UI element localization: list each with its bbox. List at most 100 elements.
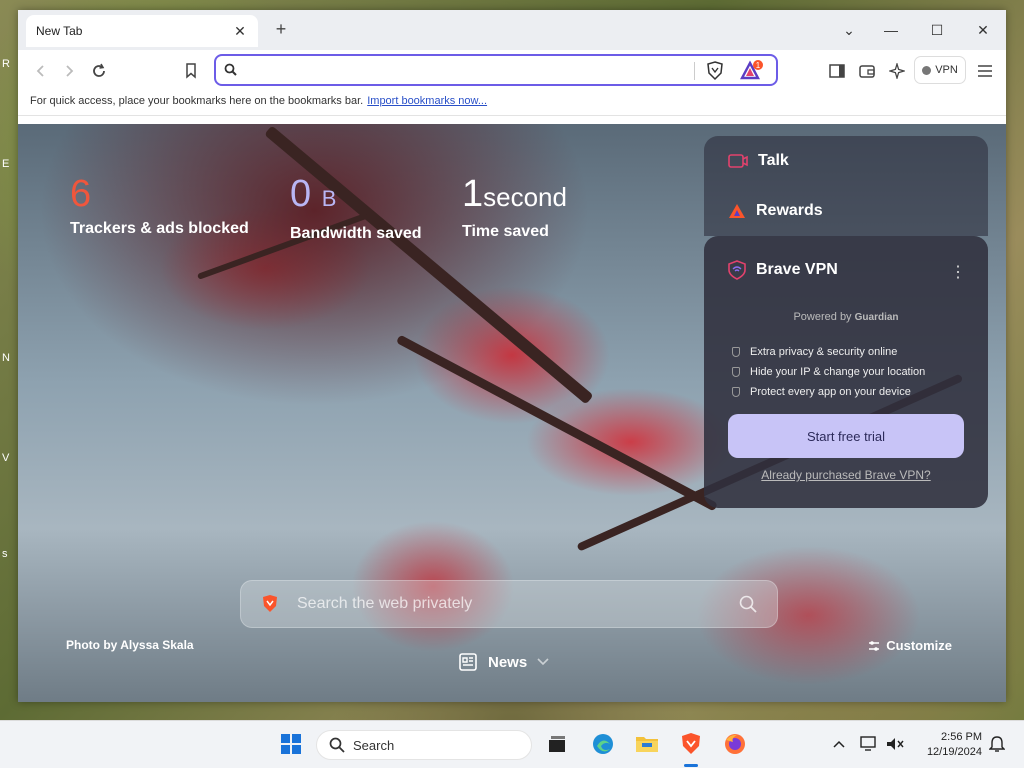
list-item: Protect every app on your device [732, 382, 925, 402]
wallet-button[interactable] [854, 58, 880, 84]
more-options-icon[interactable]: ⋮ [950, 262, 966, 282]
reload-button[interactable] [86, 58, 112, 84]
time-unit: second [483, 182, 567, 212]
search-icon[interactable] [739, 595, 757, 613]
browser-window: New Tab ✕ + ⌄ — ☐ ✕ 1 VPN For quick acce… [18, 10, 1006, 702]
vpn-button[interactable]: VPN [914, 56, 966, 84]
back-button[interactable] [28, 58, 54, 84]
background-branch [264, 125, 594, 405]
rewards-badge: 1 [756, 61, 761, 70]
close-window-button[interactable]: ✕ [960, 10, 1006, 50]
vpn-status-icon [922, 65, 932, 75]
rewards-icon [729, 204, 745, 218]
wallet-icon [859, 65, 875, 78]
list-item: Hide your IP & change your location [732, 362, 925, 382]
background-branch [395, 334, 718, 512]
brave-rewards-icon[interactable]: 1 [740, 60, 764, 82]
volume-muted-icon[interactable] [882, 731, 908, 757]
time-label: Time saved [462, 223, 549, 240]
time-value: 1 [462, 173, 484, 215]
tab-close-icon[interactable]: ✕ [232, 23, 248, 40]
chevron-left-icon [36, 65, 44, 77]
bookmark-icon [186, 63, 196, 79]
start-free-trial-button[interactable]: Start free trial [728, 414, 964, 458]
firefox-icon [725, 734, 745, 754]
tab-title: New Tab [36, 24, 83, 38]
talk-icon [728, 154, 748, 168]
desktop-icon-label: s [2, 548, 8, 560]
customize-button[interactable]: Customize [868, 638, 952, 653]
rewards-label: Rewards [756, 202, 823, 219]
tab-search-dropdown-icon[interactable]: ⌄ [826, 10, 872, 50]
shield-check-icon [732, 367, 740, 377]
system-clock[interactable]: 2:56 PM 12/19/2024 [912, 730, 982, 760]
firefox-app[interactable] [722, 731, 748, 757]
search-icon [224, 63, 237, 76]
reload-icon [93, 63, 105, 77]
brave-icon [682, 733, 700, 754]
folder-icon [636, 737, 658, 752]
photo-credit: Photo by Alyssa Skala [66, 638, 194, 652]
taskbar-search[interactable]: Search [316, 730, 532, 760]
clock-date: 12/19/2024 [926, 746, 982, 758]
divider [694, 62, 695, 80]
active-app-indicator [684, 764, 698, 767]
file-explorer-app[interactable] [634, 731, 660, 757]
leo-ai-button[interactable] [884, 58, 910, 84]
news-label: News [488, 653, 528, 671]
new-tab-button[interactable]: + [270, 19, 292, 41]
brave-shields-icon[interactable] [706, 61, 724, 81]
hamburger-menu-icon [978, 65, 992, 77]
ntp-widgets: Talk Rewards Brave VPN ⋮ Powered by Guar… [704, 136, 988, 508]
taskbar-search-label: Search [353, 737, 395, 753]
network-icon[interactable] [856, 731, 882, 757]
tab-new-tab[interactable]: New Tab ✕ [26, 15, 258, 47]
vpn-label: VPN [935, 64, 958, 76]
trackers-label: Trackers & ads blocked [70, 220, 249, 237]
forward-button[interactable] [56, 58, 82, 84]
show-hidden-icons-button[interactable] [826, 731, 852, 757]
minimize-button[interactable]: — [868, 10, 914, 50]
sparkle-icon [889, 63, 905, 79]
bell-icon [989, 736, 1005, 752]
address-bar[interactable]: 1 [214, 54, 778, 86]
shield-check-icon [732, 347, 740, 357]
tab-strip: New Tab ✕ + ⌄ — ☐ ✕ [18, 10, 1006, 50]
desktop-icon-label: E [2, 158, 10, 170]
bandwidth-label: Bandwidth saved [290, 225, 422, 242]
vpn-shield-icon [728, 260, 746, 280]
notifications-button[interactable] [984, 731, 1010, 757]
edge-app[interactable] [590, 731, 616, 757]
start-button[interactable] [278, 731, 304, 757]
vpn-feature-list: Extra privacy & security online Hide you… [732, 342, 925, 402]
bookmark-button[interactable] [178, 58, 204, 84]
powered-by: Powered by Guardian [704, 311, 988, 323]
brave-app[interactable] [678, 731, 704, 757]
menu-button[interactable] [972, 58, 998, 84]
news-button[interactable]: News [458, 652, 549, 672]
maximize-button[interactable]: ☐ [914, 10, 960, 50]
desktop-icon-label: V [2, 452, 10, 464]
windows-logo-icon [281, 734, 301, 754]
sliders-icon [869, 640, 880, 651]
guardian-logo: Guardian [854, 312, 899, 323]
newspaper-icon [459, 653, 477, 671]
chevron-down-icon [537, 658, 549, 666]
talk-widget[interactable]: Talk [704, 136, 988, 186]
bookmarks-hint: For quick access, place your bookmarks h… [30, 95, 364, 107]
edge-icon [593, 734, 613, 754]
task-view-icon [549, 736, 565, 752]
import-bookmarks-link[interactable]: Import bookmarks now... [367, 95, 487, 107]
rewards-widget[interactable]: Rewards [704, 186, 988, 236]
ntp-search-box[interactable]: Search the web privately [240, 580, 778, 628]
customize-label: Customize [886, 638, 952, 653]
toolbar: 1 VPN [18, 50, 1006, 90]
powered-by-label: Powered by [793, 311, 852, 323]
sidebar-icon [829, 64, 845, 78]
task-view-button[interactable] [544, 731, 570, 757]
sidebar-toggle-button[interactable] [824, 58, 850, 84]
already-purchased-link[interactable]: Already purchased Brave VPN? [704, 468, 988, 482]
taskbar: Search 2:56 PM 12/19/2024 [0, 720, 1024, 768]
search-placeholder: Search the web privately [297, 595, 473, 612]
talk-label: Talk [758, 152, 789, 169]
